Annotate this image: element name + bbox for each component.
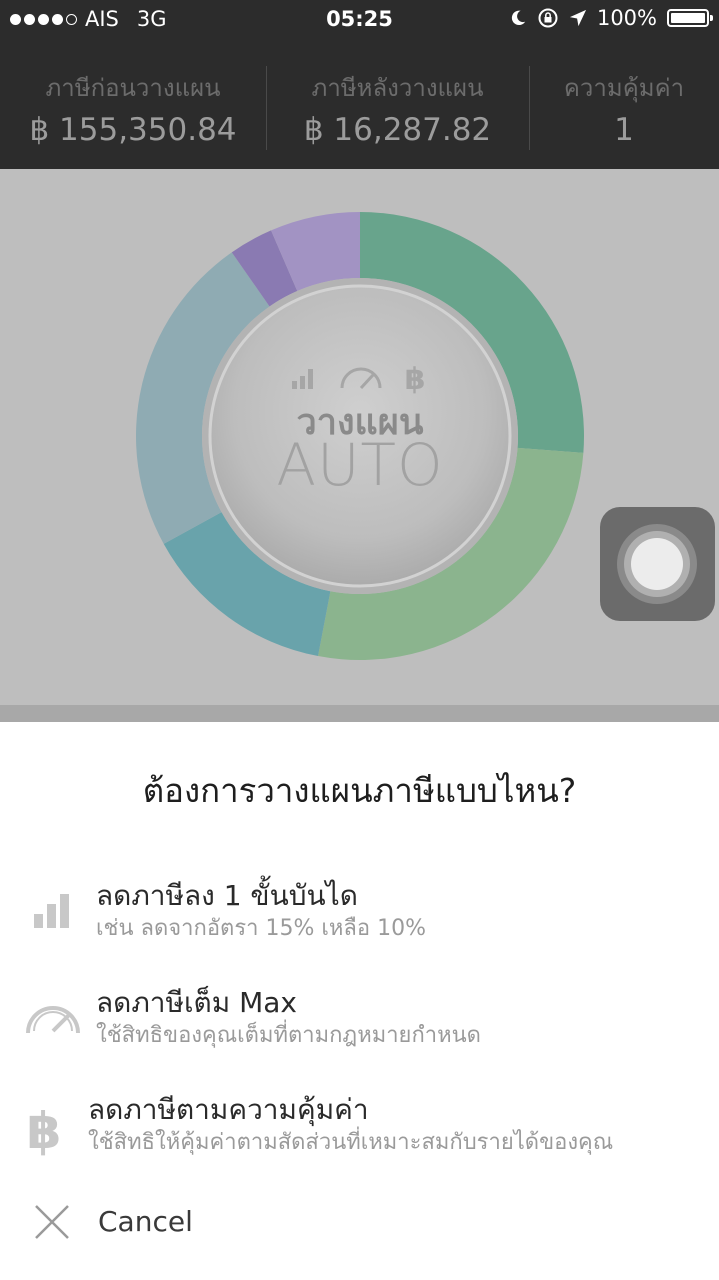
option-one-step[interactable]: ลดภาษีลง 1 ขั้นบันได เช่น ลดจากอัตรา 15%… [0, 870, 719, 960]
hub-subtitle: AUTO [276, 431, 444, 499]
plan-options-sheet: ต้องการวางแผนภาษีแบบไหน? ลดภาษีลง 1 ขั้น… [0, 722, 719, 1280]
svg-text:฿: ฿ [27, 1102, 62, 1158]
tax-summary-header: ภาษีก่อนวางแผน ฿ 155,350.84 ภาษีหลังวางแ… [0, 40, 719, 169]
rotation-lock-icon [538, 8, 558, 28]
status-bar: AIS 3G 05:25 100% [0, 0, 719, 40]
option-desc: ใช้สิทธิให้คุ้มค่าตามสัดส่วนที่เหมาะสมกั… [88, 1130, 614, 1155]
donut-chart-area: ฿ วางแผน AUTO [0, 169, 719, 705]
option-desc: เช่น ลดจากอัตรา 15% เหลือ 10% [96, 916, 426, 941]
bar-chart-icon [34, 894, 69, 928]
worth-value: 1 [614, 112, 634, 148]
cancel-label: Cancel [98, 1205, 193, 1238]
moon-icon [511, 10, 526, 26]
battery-icon [667, 9, 713, 27]
summary-worth: ความคุ้มค่า 1 [529, 40, 719, 169]
assistive-touch-button[interactable] [600, 507, 715, 621]
location-arrow-icon [569, 9, 587, 27]
baht-icon: ฿ [27, 1102, 62, 1158]
worth-label: ความคุ้มค่า [563, 74, 685, 102]
sheet-shadow-strip [0, 705, 719, 722]
tax-after-label: ภาษีหลังวางแผน [311, 74, 484, 102]
option-worth[interactable]: ฿ ลดภาษีตามความคุ้มค่า ใช้สิทธิให้คุ้มค่… [0, 1084, 719, 1174]
tax-before-value: ฿ 155,350.84 [29, 112, 237, 148]
cancel-button[interactable]: Cancel [0, 1192, 719, 1262]
option-max[interactable]: ลดภาษีเต็ม Max ใช้สิทธิของคุณเต็มที่ตามก… [0, 977, 719, 1067]
summary-tax-after: ภาษีหลังวางแผน ฿ 16,287.82 [266, 40, 529, 169]
tax-before-label: ภาษีก่อนวางแผน [45, 74, 221, 102]
sheet-question: ต้องการวางแผนภาษีแบบไหน? [142, 771, 577, 810]
tax-after-value: ฿ 16,287.82 [303, 112, 492, 148]
battery-percent: 100% [596, 6, 657, 30]
summary-tax-before: ภาษีก่อนวางแผน ฿ 155,350.84 [0, 40, 266, 169]
option-desc: ใช้สิทธิของคุณเต็มที่ตามกฎหมายกำหนด [96, 1023, 481, 1048]
status-right: 100% [509, 6, 713, 30]
baht-icon: ฿ [405, 362, 426, 397]
speedometer-icon [26, 1006, 80, 1034]
close-icon [35, 1205, 69, 1239]
